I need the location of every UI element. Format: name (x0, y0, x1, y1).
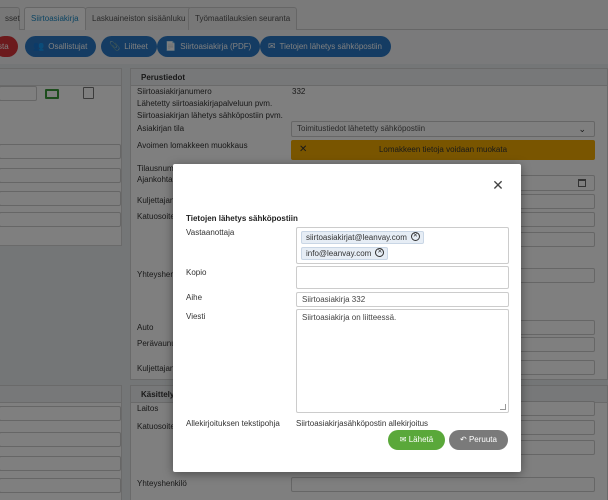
close-icon[interactable]: ✕ (491, 178, 505, 192)
recipients-label: Vastaanottaja (186, 228, 235, 237)
recipient-chip-label: info@leanvay.com (306, 249, 372, 258)
recipient-chip: info@leanvay.com ✕ (301, 247, 389, 260)
resize-handle-icon[interactable] (500, 404, 506, 410)
recipients-input[interactable]: siirtoasiakirjat@leanvay.com ✕ info@leanv… (296, 227, 509, 264)
recipient-chip: siirtoasiakirjat@leanvay.com ✕ (301, 231, 424, 244)
signature-label: Allekirjoituksen tekstipohja (186, 419, 280, 428)
remove-circle-icon[interactable]: ✕ (410, 232, 420, 242)
subject-input[interactable]: Siirtoasiakirja 332 (296, 292, 509, 307)
send-button-label: Lähetä (408, 435, 434, 444)
modal-title: Tietojen lähetys sähköpostiin (186, 214, 298, 223)
message-label: Viesti (186, 312, 206, 321)
email-modal: ✕ Tietojen lähetys sähköpostiin Vastaano… (173, 164, 521, 472)
envelope-icon: ✉ (399, 435, 407, 444)
undo-icon: ↶ (460, 435, 467, 444)
cancel-button[interactable]: ↶ Peruuta (449, 430, 508, 450)
message-value: Siirtoasiakirja on liitteessä. (302, 313, 397, 322)
subject-value: Siirtoasiakirja 332 (302, 295, 366, 304)
recipient-chip-label: siirtoasiakirjat@leanvay.com (306, 233, 407, 242)
cc-label: Kopio (186, 268, 207, 277)
signature-value[interactable]: Siirtoasiakirjasähköpostin allekirjoitus (296, 419, 428, 428)
subject-label: Aihe (186, 293, 203, 302)
cc-input[interactable] (296, 266, 509, 289)
remove-circle-icon[interactable]: ✕ (375, 248, 385, 258)
cancel-button-label: Peruuta (468, 435, 497, 444)
message-textarea[interactable]: Siirtoasiakirja on liitteessä. (296, 309, 509, 413)
send-button[interactable]: ✉ Lähetä (388, 430, 445, 450)
